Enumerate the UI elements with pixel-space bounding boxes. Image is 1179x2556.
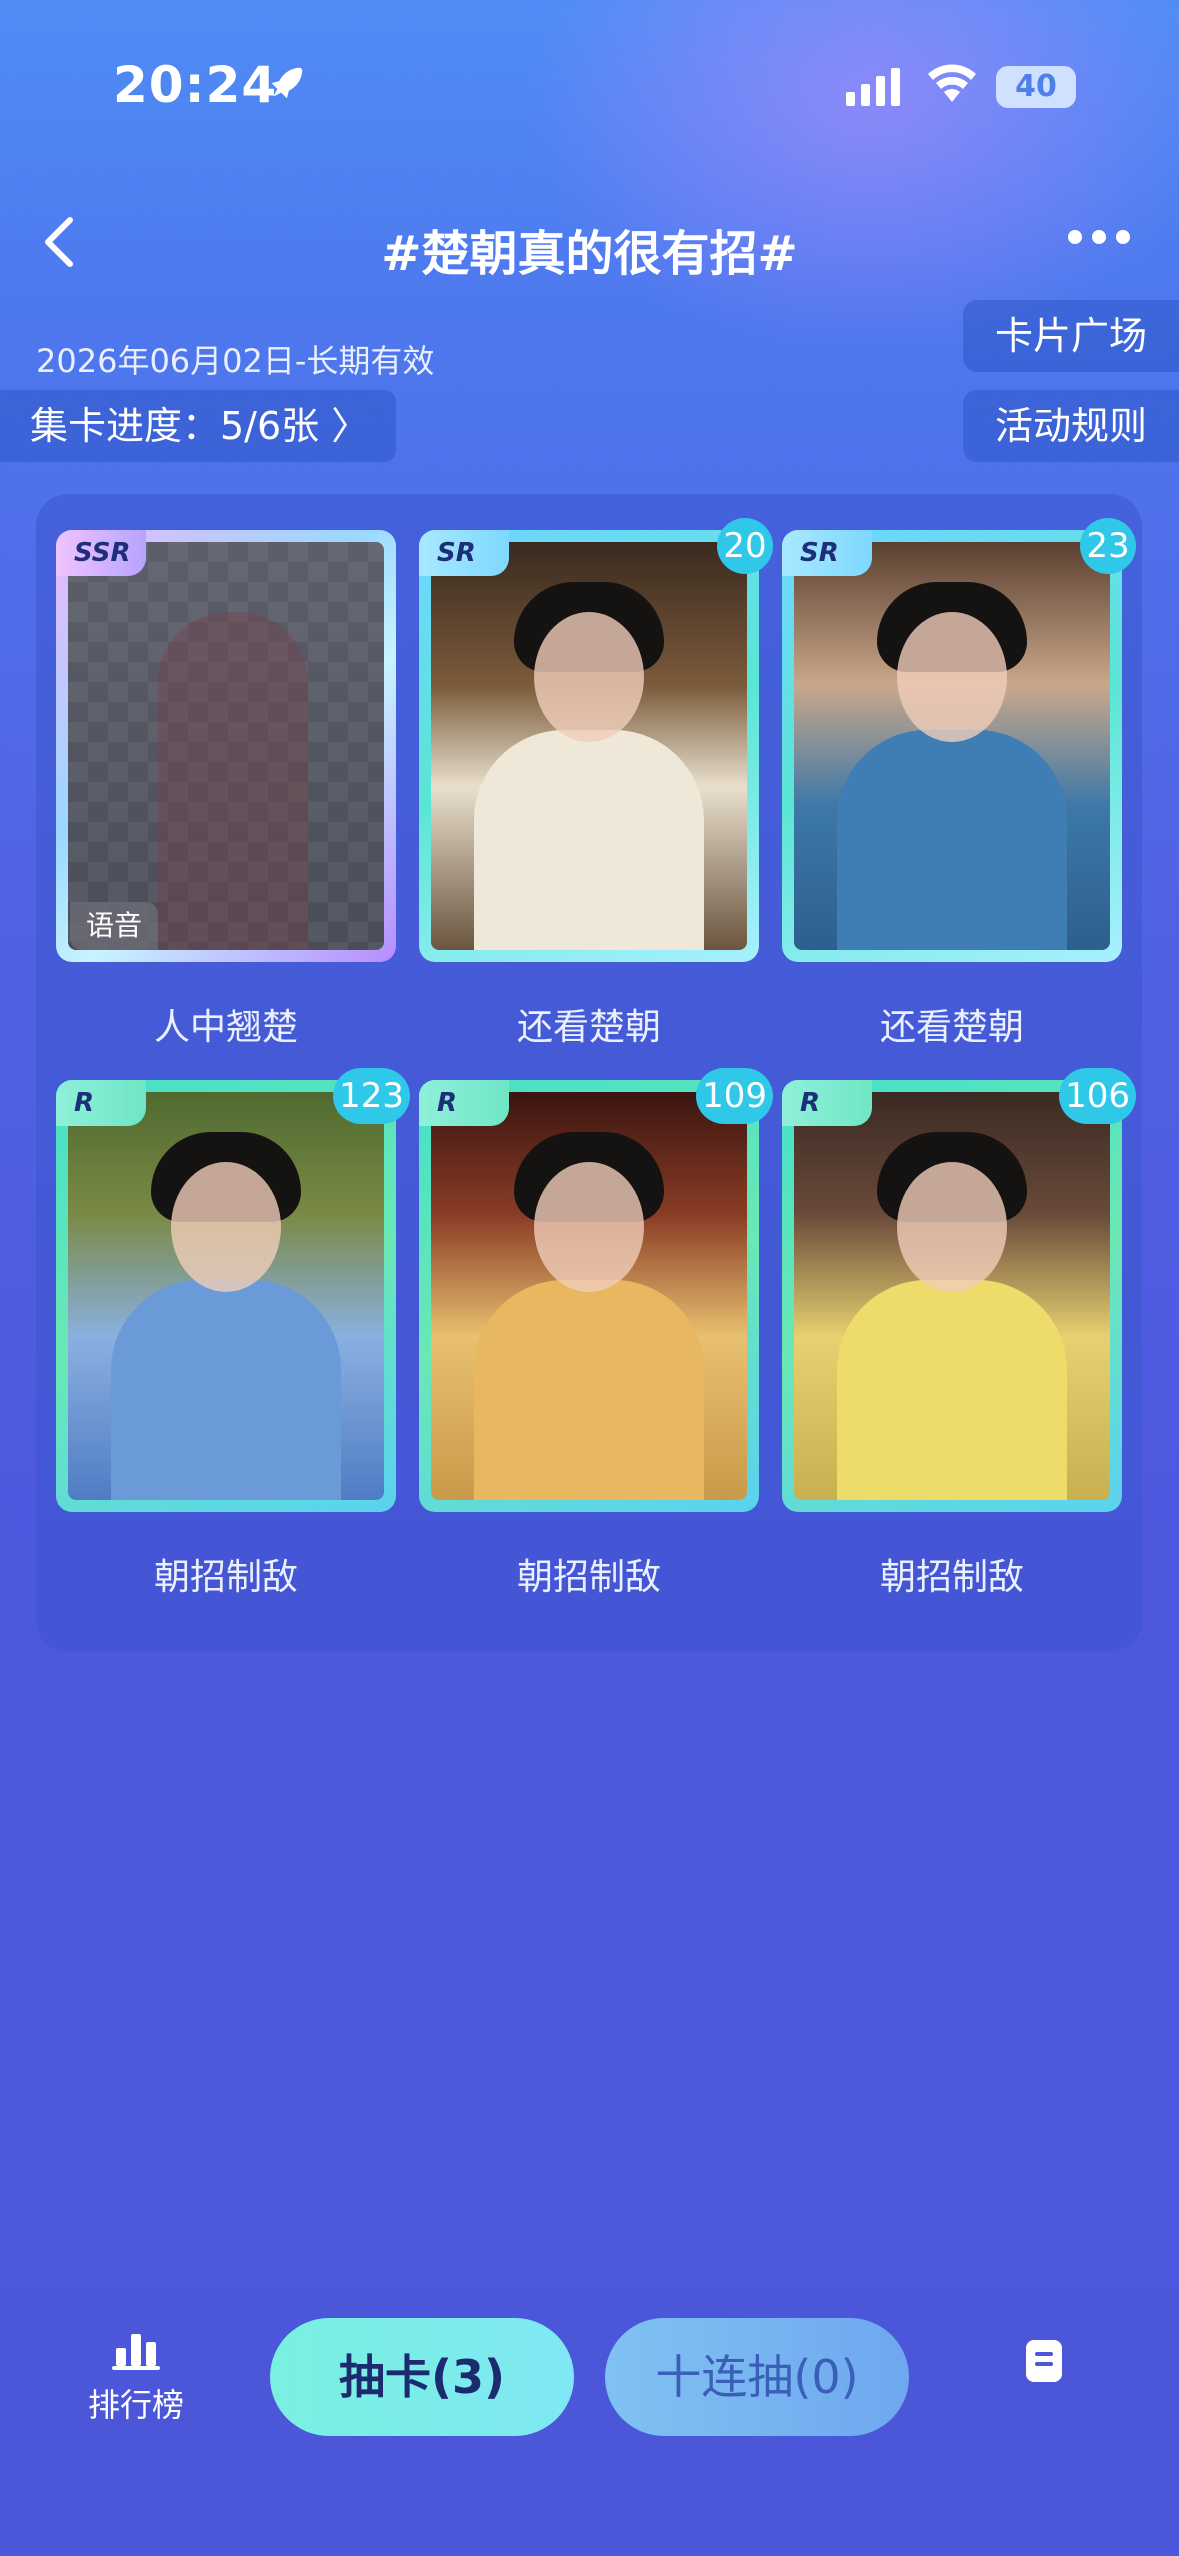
card-name: 人中翘楚 — [153, 1007, 298, 1048]
battery-indicator: 40 — [996, 66, 1076, 108]
date-range: 2026年06月02日-长期有效 — [36, 342, 435, 380]
document-icon[interactable] — [1026, 2340, 1062, 2382]
rarity-badge: R — [56, 1080, 146, 1126]
card-sr-2[interactable]: SR 23 — [782, 518, 1136, 962]
card-image — [794, 542, 1110, 950]
rules-button[interactable]: 活动规则 — [963, 390, 1179, 462]
card-count-badge: 123 — [333, 1068, 410, 1124]
status-time: 20:24 — [113, 56, 278, 114]
card-count-badge: 106 — [1059, 1068, 1136, 1124]
signal-icon — [846, 68, 900, 106]
card-r-2[interactable]: R 109 — [419, 1068, 773, 1512]
card-count-badge: 23 — [1080, 518, 1136, 574]
rocket-icon — [271, 67, 303, 99]
rarity-badge: SR — [782, 530, 872, 576]
draw-card-button[interactable]: 抽卡(3) — [270, 2318, 574, 2436]
card-name: 朝招制敌 — [153, 1557, 298, 1598]
bar-chart-icon — [112, 2334, 160, 2370]
card-square-button[interactable]: 卡片广场 — [963, 300, 1179, 372]
card-image-locked — [68, 542, 384, 950]
card-name: 还看楚朝 — [879, 1007, 1024, 1048]
card-name: 还看楚朝 — [516, 1007, 661, 1048]
rarity-badge: R — [782, 1080, 872, 1126]
voice-tag: 语音 — [70, 902, 159, 950]
rarity-badge: SSR — [56, 530, 146, 576]
rarity-badge: R — [419, 1080, 509, 1126]
more-dots-icon[interactable] — [1068, 230, 1138, 250]
status-bar: 20:24 40 — [0, 0, 1179, 170]
card-r-1[interactable]: R 123 — [56, 1068, 410, 1512]
page-title: #楚朝真的很有招# — [381, 226, 798, 282]
leaderboard-label: 排行榜 — [87, 2386, 184, 2424]
card-sr-1[interactable]: SR 20 — [419, 518, 773, 962]
wifi-icon — [928, 64, 976, 102]
nav-bar: #楚朝真的很有招# — [0, 190, 1179, 300]
leaderboard-button[interactable]: 排行榜 — [84, 2330, 188, 2426]
rarity-badge: SR — [419, 530, 509, 576]
card-ssr-1[interactable]: SSR 语音 — [56, 530, 396, 962]
collection-progress-button[interactable]: 集卡进度：5/6张 〉 — [0, 390, 396, 462]
card-count-badge: 109 — [696, 1068, 773, 1124]
card-name: 朝招制敌 — [516, 1557, 661, 1598]
card-image — [794, 1092, 1110, 1500]
draw-ten-button[interactable]: 十连抽(0) — [605, 2318, 909, 2436]
card-count-badge: 20 — [717, 518, 773, 574]
card-image — [68, 1092, 384, 1500]
card-name: 朝招制敌 — [879, 1557, 1024, 1598]
card-image — [431, 1092, 747, 1500]
card-image — [431, 542, 747, 950]
card-r-3[interactable]: R 106 — [782, 1068, 1136, 1512]
